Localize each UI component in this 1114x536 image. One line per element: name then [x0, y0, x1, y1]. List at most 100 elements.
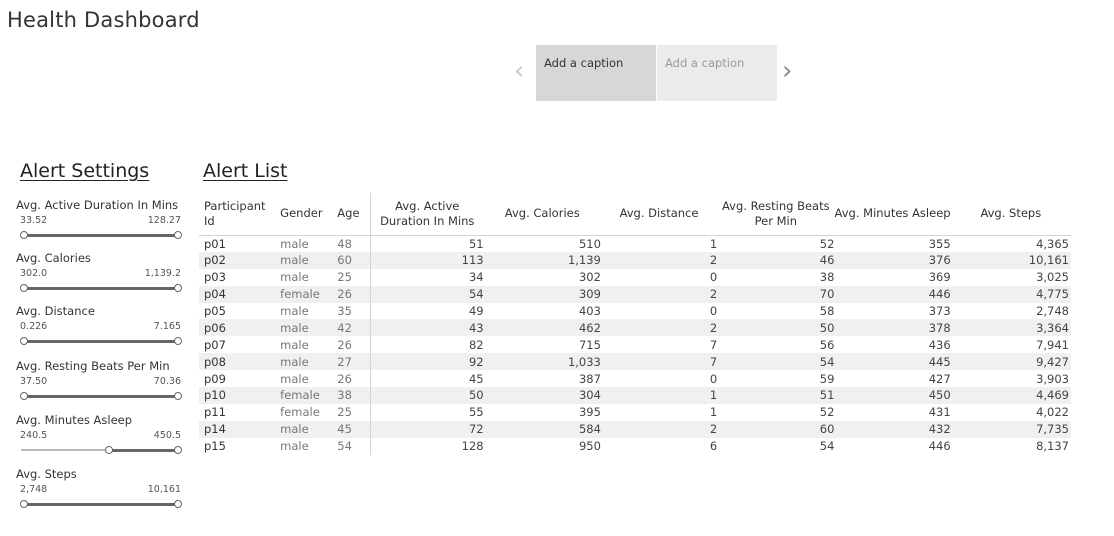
range-slider[interactable] [16, 336, 184, 346]
minutes-asleep-cell: 446 [928, 439, 951, 454]
table-row[interactable]: p01 male 48 51 510 1 52 355 4,365 [199, 235, 1071, 252]
table-row[interactable]: p05 male 35 49 403 0 58 373 2,748 [199, 302, 1071, 320]
filter-range: 37.50 70.36 [16, 376, 184, 390]
range-slider[interactable] [16, 445, 184, 455]
chevron-left-icon[interactable]: ‹ [514, 58, 524, 84]
table-row[interactable]: p08 male 27 92 1,033 7 54 445 9,427 [199, 353, 1071, 371]
active-duration-cell: 55 [468, 405, 484, 420]
calories-cell: 304 [483, 387, 601, 404]
distance-cell: 2 [600, 319, 718, 337]
resting-beats-cell: 60 [717, 420, 835, 438]
active-duration-cell: 50 [370, 387, 484, 404]
age-cell: 48 [332, 235, 371, 252]
slider-min-handle[interactable] [20, 337, 28, 345]
calories-cell: 584 [483, 420, 601, 438]
slider-max-handle[interactable] [174, 284, 182, 292]
table-row[interactable]: p09 male 26 45 387 0 59 427 3,903 [199, 370, 1071, 388]
slider-max-handle[interactable] [174, 446, 182, 454]
minutes-asleep-cell: 378 [834, 319, 951, 337]
column-header-minutes-asleep[interactable]: Avg. Minutes Asleep [834, 193, 951, 236]
steps-cell: 8,137 [1036, 439, 1069, 454]
filter-max-value[interactable]: 450.5 [154, 430, 181, 441]
steps-cell: 4,469 [950, 387, 1071, 404]
participant-id-cell: p11 [204, 405, 226, 420]
chevron-right-icon[interactable]: › [782, 58, 792, 84]
resting-beats-cell: 51 [717, 387, 835, 404]
calories-cell: 950 [578, 439, 601, 454]
column-header-resting-beats[interactable]: Avg. Resting Beats Per Min [717, 193, 835, 236]
resting-beats-cell: 54 [717, 353, 835, 371]
resting-beats-cell: 70 [717, 285, 835, 303]
slider-min-handle[interactable] [20, 500, 28, 508]
column-header-calories[interactable]: Avg. Calories [483, 193, 601, 236]
column-header-age[interactable]: Age [332, 193, 371, 236]
range-slider[interactable] [16, 283, 184, 293]
filter-min-value[interactable]: 2,748 [20, 484, 47, 495]
table-row[interactable]: p02 male 60 113 1,139 2 46 376 10,161 [199, 251, 1071, 269]
distance-cell: 6 [709, 439, 718, 454]
table-row[interactable]: p15 male 54 128 950 6 54 446 8,137 [199, 437, 1071, 455]
filter-min-value[interactable]: 33.52 [20, 215, 47, 226]
column-header-steps[interactable]: Avg. Steps [950, 193, 1071, 236]
calories-cell: 462 [483, 319, 601, 337]
slider-min-handle[interactable] [20, 284, 28, 292]
gender-cell: female [277, 387, 333, 404]
participant-id-cell: p03 [204, 270, 226, 285]
column-header-gender[interactable]: Gender [277, 193, 333, 236]
gender-cell: male [280, 337, 309, 352]
table-body: p01 male 48 51 510 1 52 355 4,365 p02 male 60 113 1,1… [199, 235, 1071, 455]
slider-min-handle[interactable] [20, 392, 28, 400]
filter-min-value[interactable]: 302.0 [20, 268, 47, 279]
table-row[interactable]: p06 male 42 43 462 2 50 378 3,364 [199, 319, 1071, 337]
table-row[interactable]: p03 male 25 34 302 0 38 369 3,025 [199, 268, 1071, 286]
participant-id-cell: p04 [199, 285, 278, 303]
participant-id-cell: p02 [199, 251, 278, 269]
filter-label: Avg. Minutes Asleep [16, 413, 133, 427]
range-slider[interactable] [16, 499, 184, 509]
range-slider[interactable] [16, 230, 184, 240]
gender-cell: male [277, 420, 333, 438]
column-header-active-duration[interactable]: Avg. Active Duration In Mins [370, 193, 484, 236]
filter-min-value[interactable]: 37.50 [20, 376, 47, 387]
calories-cell: 1,139 [483, 251, 601, 269]
filter-max-value[interactable]: 128.27 [148, 215, 181, 226]
column-header-participant-id[interactable]: Participant Id [199, 193, 278, 236]
table-row[interactable]: p14 male 45 72 584 2 60 432 7,735 [199, 420, 1071, 438]
distance-cell: 1 [709, 236, 718, 251]
filter-label: Avg. Distance [16, 304, 95, 318]
minutes-asleep-cell: 376 [834, 251, 951, 269]
table-row[interactable]: p10 female 38 50 304 1 51 450 4,469 [199, 387, 1071, 404]
table-row[interactable]: p11 female 25 55 395 1 52 431 4,022 [199, 403, 1071, 421]
slider-max-handle[interactable] [174, 500, 182, 508]
filter-min-value[interactable]: 0.226 [20, 321, 47, 332]
resting-beats-cell: 50 [717, 319, 835, 337]
age-cell: 38 [332, 387, 371, 404]
active-duration-cell: 54 [370, 285, 484, 303]
gender-cell: male [277, 353, 333, 371]
gender-cell: male [280, 439, 309, 454]
filter-max-value[interactable]: 1,139.2 [145, 268, 181, 279]
participant-id-cell: p05 [204, 304, 226, 318]
minutes-asleep-cell: 355 [928, 236, 951, 251]
slider-max-handle[interactable] [174, 392, 182, 400]
active-duration-cell: 43 [370, 319, 484, 337]
participant-id-cell: p09 [204, 371, 226, 386]
table-row[interactable]: p04 female 26 54 309 2 70 446 4,775 [199, 285, 1071, 303]
filter-max-value[interactable]: 70.36 [154, 376, 181, 387]
resting-beats-cell: 38 [819, 270, 835, 285]
column-header-distance[interactable]: Avg. Distance [600, 193, 718, 236]
story-point-1[interactable]: Add a caption [536, 45, 656, 101]
filter-label: Avg. Active Duration In Mins [16, 198, 179, 212]
filter-min-value[interactable]: 240.5 [20, 430, 47, 441]
active-duration-cell: 92 [370, 353, 484, 371]
slider-max-handle[interactable] [174, 231, 182, 239]
steps-cell: 4,022 [1036, 405, 1069, 420]
filter-max-value[interactable]: 7.165 [154, 321, 181, 332]
range-slider[interactable] [16, 391, 184, 401]
table-row[interactable]: p07 male 26 82 715 7 56 436 7,941 [199, 336, 1071, 354]
slider-min-handle[interactable] [104, 446, 113, 454]
slider-min-handle[interactable] [20, 231, 28, 239]
story-point-2[interactable]: Add a caption [657, 45, 777, 101]
filter-max-value[interactable]: 10,161 [148, 484, 181, 495]
slider-max-handle[interactable] [174, 337, 182, 345]
